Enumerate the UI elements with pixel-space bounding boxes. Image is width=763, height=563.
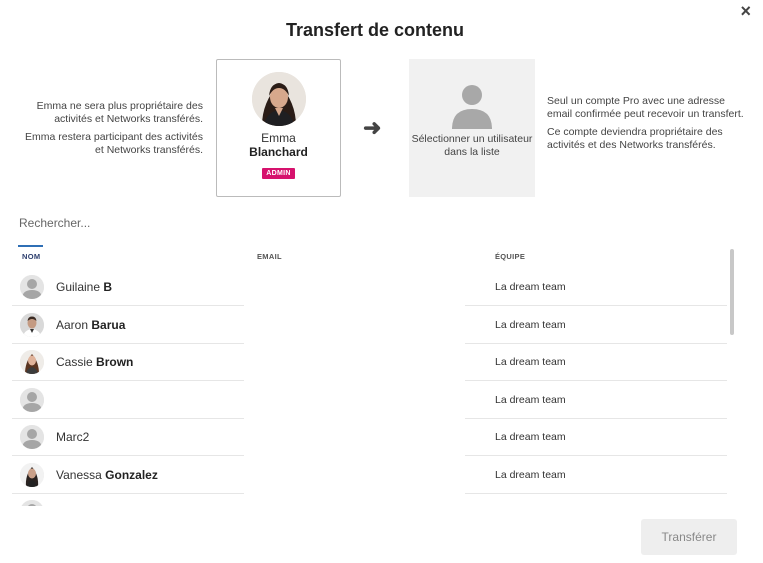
user-name: Guilaine B [56, 280, 112, 294]
user-avatar [20, 387, 44, 412]
source-last-name: Blanchard [249, 145, 308, 159]
close-icon[interactable]: × [740, 2, 751, 20]
user-list: Guilaine B La dream team Aaron Barua La dre… [0, 268, 730, 506]
user-last-name: Brown [96, 355, 134, 369]
source-info: Emma ne sera plus propriétaire des activ… [14, 100, 203, 162]
name-sort-indicator [18, 245, 43, 247]
user-team: La dream team [495, 318, 566, 331]
user-last-name: Gonzalez [105, 467, 158, 482]
table-row-partial[interactable] [0, 493, 730, 506]
table-row[interactable]: Vanessa Gonzalez La dream team [0, 456, 730, 494]
user-team: La dream team [495, 393, 566, 406]
transfer-button[interactable]: Transférer [641, 519, 737, 555]
column-header-team[interactable]: ÉQUIPE [495, 252, 525, 261]
source-user-card: Emma Blanchard ADMIN [216, 59, 341, 197]
target-info-line-1: Seul un compte Pro avec une adresse emai… [547, 95, 744, 120]
search-input[interactable] [19, 216, 319, 230]
user-name: Aaron Barua [56, 318, 125, 332]
user-first-name: Vanessa [56, 467, 102, 482]
table-row[interactable]: Cassie Brown La dream team [0, 343, 730, 381]
scrollbar[interactable] [730, 249, 734, 335]
target-info: Seul un compte Pro avec une adresse emai… [547, 95, 747, 157]
target-user-placeholder[interactable]: Sélectionner un utilisateur dans la list… [409, 59, 535, 197]
user-last-name: Barua [91, 317, 126, 332]
user-name: Cassie Brown [56, 355, 133, 369]
user-placeholder-icon [448, 81, 496, 129]
user-name: Marc2 [56, 430, 89, 444]
table-row[interactable]: Guilaine B La dream team [0, 268, 730, 306]
user-team: La dream team [495, 281, 566, 293]
source-avatar [251, 72, 306, 126]
dialog-title: Transfert de contenu [285, 20, 465, 40]
admin-badge: ADMIN [262, 168, 295, 179]
table-row[interactable]: La dream team [0, 381, 730, 419]
user-team: La dream team [495, 468, 566, 481]
table-row[interactable]: Aaron Barua La dream team [0, 306, 730, 344]
user-avatar [20, 312, 44, 337]
user-team: La dream team [495, 431, 566, 443]
user-avatar [20, 350, 44, 374]
user-name: Vanessa Gonzalez [56, 468, 158, 482]
user-avatar [20, 500, 44, 506]
user-last-name: B [103, 280, 113, 294]
user-first-name: Guilaine [56, 280, 101, 294]
user-team: La dream team [495, 356, 566, 368]
table-row[interactable]: Marc2 La dream team [0, 418, 730, 456]
column-header-email[interactable]: EMAIL [257, 252, 282, 261]
user-avatar [20, 462, 44, 487]
transfer-arrow-icon: ➜ [363, 115, 382, 140]
target-placeholder-label: Sélectionner un utilisateur dans la list… [411, 133, 533, 158]
user-first-name: Marc2 [56, 430, 90, 444]
user-first-name: Cassie [56, 355, 93, 369]
user-first-name: Aaron [56, 317, 89, 332]
source-first-name: Emma [261, 131, 296, 145]
source-info-line-1: Emma ne sera plus propriétaire des activ… [36, 100, 203, 125]
source-info-line-2: Emma restera participant des activités e… [25, 131, 203, 156]
user-avatar [20, 275, 44, 299]
target-info-line-2: Ce compte deviendra propriétaire des act… [547, 126, 723, 151]
user-avatar [20, 425, 44, 449]
column-header-name[interactable]: NOM [22, 252, 40, 261]
